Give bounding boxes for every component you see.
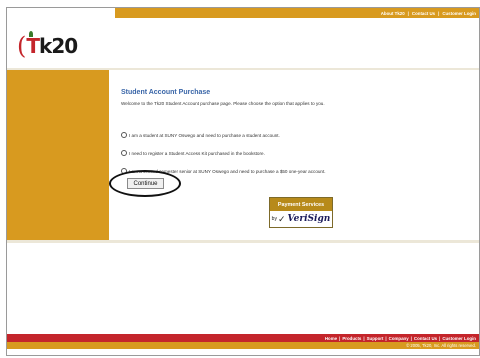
- continue-button[interactable]: Continue: [127, 178, 164, 189]
- logo-k20: k20: [39, 34, 78, 58]
- option-label: I need to register a Student Access Kit …: [129, 150, 265, 156]
- radio-button[interactable]: [121, 150, 127, 156]
- option-senior-account[interactable]: I am a second semester senior at SUNY Os…: [121, 168, 326, 174]
- nav-link-about[interactable]: About Tk20: [381, 11, 405, 16]
- footer-separator: |: [385, 335, 387, 341]
- option-label: I am a second semester senior at SUNY Os…: [129, 168, 326, 174]
- verisign-payment-badge[interactable]: Payment Services by ✓ VeriSign: [269, 197, 333, 228]
- copyright-text: © 2005, Tk20, Inc. All rights reserved.: [406, 343, 476, 348]
- tk20-logo[interactable]: ( T k20: [17, 30, 78, 62]
- logo-t: T: [26, 34, 40, 58]
- badge-by: by: [271, 216, 277, 222]
- footer-link-company[interactable]: Company: [389, 336, 409, 341]
- footer-separator: |: [410, 335, 412, 341]
- footer-links-bar: Home | Products | Support | Company | Co…: [7, 334, 479, 342]
- footer-link-contact[interactable]: Contact Us: [414, 336, 437, 341]
- page-title: Student Account Purchase: [121, 89, 211, 96]
- nav-link-contact[interactable]: Contact Us: [412, 11, 435, 16]
- radio-button[interactable]: [121, 132, 127, 138]
- footer-separator: |: [439, 335, 441, 341]
- badge-body: by ✓ VeriSign: [270, 211, 332, 227]
- badge-brand: VeriSign: [287, 214, 331, 224]
- badge-header: Payment Services: [270, 198, 332, 211]
- logo-paren: (: [17, 32, 27, 60]
- nav-separator: |: [438, 10, 440, 16]
- browser-page: About Tk20 | Contact Us | Customer Login…: [6, 7, 480, 356]
- left-sidebar: [7, 70, 109, 240]
- main-content: Student Account Purchase Welcome to the …: [109, 78, 473, 238]
- footer-separator: |: [363, 335, 365, 341]
- top-nav-spacer: [7, 8, 115, 18]
- option-student-account[interactable]: I am a student at SUNY Oswego and need t…: [121, 132, 280, 138]
- footer-separator: |: [339, 335, 341, 341]
- nav-link-customer-login[interactable]: Customer Login: [442, 11, 476, 16]
- content-divider: [7, 240, 479, 243]
- footer-copyright-bar: © 2005, Tk20, Inc. All rights reserved.: [7, 342, 479, 349]
- top-nav-bar: About Tk20 | Contact Us | Customer Login: [7, 8, 479, 18]
- checkmark-icon: ✓: [277, 213, 286, 224]
- footer-link-products[interactable]: Products: [342, 336, 361, 341]
- radio-button[interactable]: [121, 168, 127, 174]
- top-nav-links: About Tk20 | Contact Us | Customer Login: [115, 8, 479, 18]
- footer-link-customer-login[interactable]: Customer Login: [442, 336, 476, 341]
- option-register-kit[interactable]: I need to register a Student Access Kit …: [121, 150, 265, 156]
- option-label: I am a student at SUNY Oswego and need t…: [129, 132, 280, 138]
- apple-stem-icon: [29, 31, 33, 37]
- nav-separator: |: [407, 10, 409, 16]
- intro-text: Welcome to the Tk20 Student Account purc…: [121, 101, 325, 106]
- footer-link-home[interactable]: Home: [325, 336, 337, 341]
- footer-link-support[interactable]: Support: [367, 336, 384, 341]
